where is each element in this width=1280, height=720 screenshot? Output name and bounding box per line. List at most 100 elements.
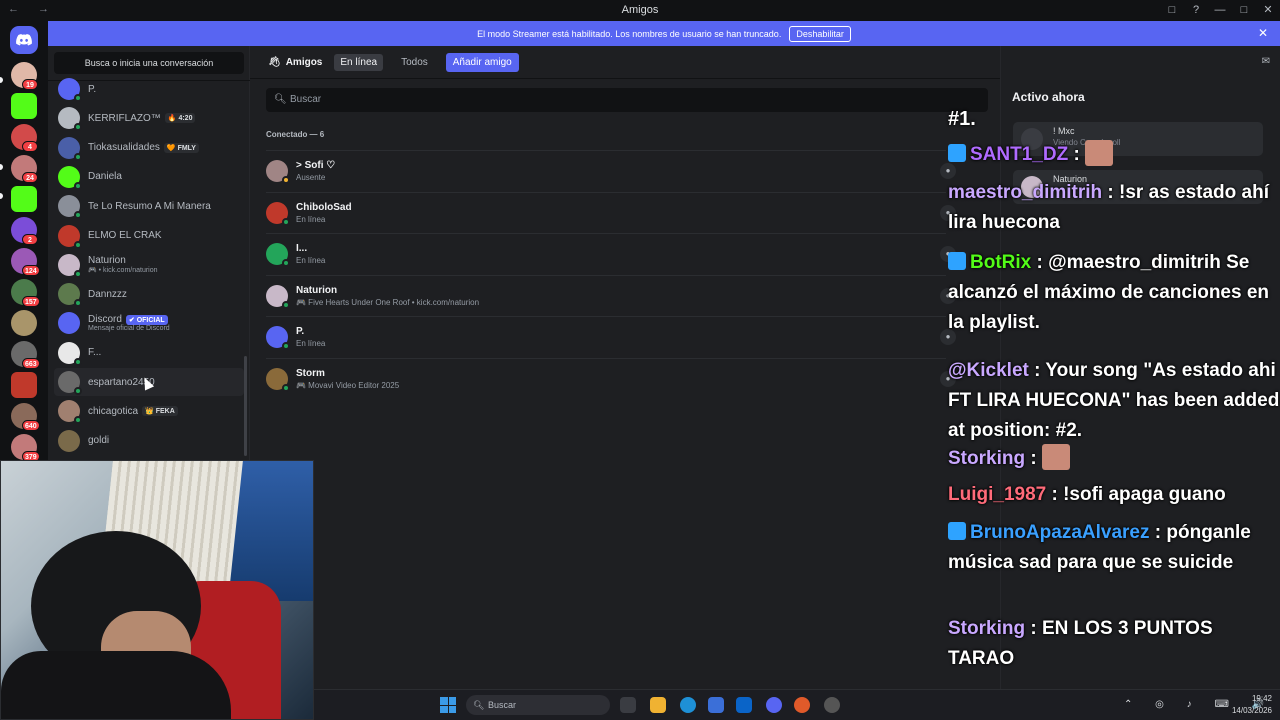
server-icon[interactable] [11, 186, 37, 212]
discord-taskbar-icon[interactable] [766, 697, 782, 713]
dm-item[interactable]: Naturion 🎮 • kick.com/naturion [54, 251, 244, 279]
avatar [266, 367, 290, 392]
dm-item[interactable]: chicagotica 👑 FEKA [54, 397, 244, 425]
user-tag: 🧡 FMLY [163, 142, 199, 153]
minimize-button[interactable]: — [1208, 0, 1232, 21]
discord-home-button[interactable] [10, 26, 38, 54]
close-icon[interactable]: ✕ [1258, 26, 1268, 40]
friend-row[interactable]: I... En línea ● [266, 233, 956, 274]
taskbar-clock[interactable]: 19:42 14/03/2026 [1232, 693, 1272, 717]
friend-text: I... En línea [296, 243, 325, 265]
scrollbar[interactable] [244, 356, 247, 456]
friend-text: Naturion 🎮 Five Hearts Under One Roof • … [296, 285, 479, 307]
unread-pill [0, 77, 3, 83]
tab-online[interactable]: En línea [334, 53, 384, 71]
window-controls: □ ? — □ ✕ [1160, 0, 1280, 21]
dm-item[interactable]: ELMO EL CRAK [54, 222, 244, 250]
dm-item[interactable]: KERRIFLAZO™ 🔥 4:20 [54, 104, 244, 132]
chat-username: SANT1_DZ [970, 144, 1069, 165]
friends-wave-icon: 👋︎ [268, 56, 281, 68]
server-icon[interactable] [11, 310, 37, 336]
dm-item-name-row: Tiokasualidades 🧡 FMLY [88, 142, 199, 153]
friend-row[interactable]: > Sofi ♡ Ausente ● [266, 150, 956, 191]
status-indicator [74, 269, 82, 278]
avatar [58, 195, 82, 220]
mention-badge: 2 [22, 234, 38, 245]
status-indicator [282, 217, 290, 226]
friend-row[interactable]: ChiboloSad En línea ● [266, 191, 956, 233]
dm-item[interactable]: Te Lo Resumo A Mi Manera [54, 192, 244, 220]
status-indicator [74, 211, 82, 220]
chat-message: BrunoApazaAlvarez : pónganle música sad … [948, 518, 1280, 578]
dm-item-text: goldi [88, 435, 109, 446]
chat-username: @Kicklet [948, 360, 1029, 381]
dm-item-name: goldi [88, 435, 110, 447]
dm-item[interactable]: Daniela [54, 163, 244, 191]
mention-badge: 24 [22, 172, 38, 183]
friends-search-input[interactable]: 🔍︎ Buscar [266, 88, 988, 112]
edge-browser-icon[interactable] [680, 697, 696, 713]
chat-message: Storking : EN LOS 3 PUNTOS TARAO [948, 614, 1280, 674]
help-icon[interactable]: ? [1184, 0, 1208, 21]
search-icon: 🔍︎ [473, 700, 485, 710]
chat-badge-icon [948, 252, 966, 270]
status-indicator [282, 259, 290, 267]
discord-logo-icon [16, 34, 32, 46]
dm-item-name: F... [88, 347, 102, 359]
file-explorer-icon[interactable] [650, 697, 666, 713]
inbox-icon[interactable]: □ [1160, 0, 1184, 21]
windows-start-icon[interactable] [440, 697, 456, 713]
dm-item[interactable]: goldi [54, 427, 244, 455]
close-window-button[interactable]: ✕ [1256, 0, 1280, 21]
server-icon[interactable] [11, 93, 37, 119]
avatar [58, 165, 82, 190]
dm-item-name: Discord [88, 314, 122, 326]
status-indicator [282, 383, 290, 392]
store-icon[interactable] [708, 697, 724, 713]
dm-item-text: F... [88, 347, 101, 358]
friend-status: En línea [296, 214, 326, 224]
maximize-button[interactable]: □ [1232, 0, 1256, 21]
tab-all[interactable]: Todos [395, 54, 434, 71]
new-group-dm-icon[interactable]: ✉︎ [1262, 56, 1270, 67]
friend-name: Storm [296, 367, 325, 379]
search-icon: 🔍︎ [274, 94, 287, 105]
chat-username: Luigi_1987 [948, 484, 1047, 505]
dm-item-name: Te Lo Resumo A Mi Manera [88, 200, 211, 212]
avatar [266, 284, 290, 309]
dm-item-name-row: goldi [88, 435, 109, 446]
friend-row[interactable]: P. En línea ● [266, 316, 956, 357]
friend-row[interactable]: Storm 🎮 Movavi Video Editor 2025 ● [266, 357, 956, 399]
avatar [58, 429, 80, 452]
unread-pill [0, 193, 3, 199]
disable-streamer-mode-button[interactable]: Deshabilitar [789, 25, 851, 42]
brave-browser-icon[interactable] [794, 697, 810, 713]
add-friend-button[interactable]: Añadir amigo [445, 52, 519, 72]
avatar [58, 224, 82, 249]
status-indicator [282, 176, 290, 184]
dm-item-text: Daniela [88, 171, 122, 182]
obs-icon[interactable] [824, 697, 840, 713]
avatar [58, 107, 82, 132]
outlook-icon[interactable] [736, 697, 752, 713]
chat-message: Luigi_1987 : !sofi apaga guano [948, 480, 1280, 510]
friend-row[interactable]: Naturion 🎮 Five Hearts Under One Roof • … [266, 274, 956, 316]
server-icon[interactable] [11, 372, 37, 398]
conversation-search-button[interactable]: Busca o inicia una conversación [54, 52, 244, 74]
chat-message: Storking : [948, 444, 1280, 474]
friends-main: 👋︎ Amigos En línea Todos Añadir amigo 🔍︎… [250, 46, 1000, 689]
dm-item[interactable]: Discord ✔ OFICIAL Mensaje oficial de Disco… [54, 309, 244, 337]
dm-item[interactable]: F... [54, 339, 244, 367]
search-placeholder: Buscar [290, 94, 322, 105]
mention-badge: 640 [22, 420, 40, 431]
dm-item[interactable]: Tiokasualidades 🧡 FMLY [54, 134, 244, 162]
task-view-icon[interactable] [620, 697, 636, 713]
dm-item[interactable]: Dannzzz [54, 280, 244, 308]
dm-item-text: Discord ✔ OFICIAL Mensaje oficial de Disco… [88, 314, 170, 332]
clock-date: 14/03/2026 [1231, 706, 1272, 715]
dm-item[interactable]: P. [54, 75, 244, 103]
dm-item-name: P. [88, 83, 97, 95]
avatar [58, 253, 82, 278]
dm-item-name-row: chicagotica 👑 FEKA [88, 406, 178, 417]
taskbar-search-input[interactable]: 🔍︎ Buscar [466, 695, 610, 715]
